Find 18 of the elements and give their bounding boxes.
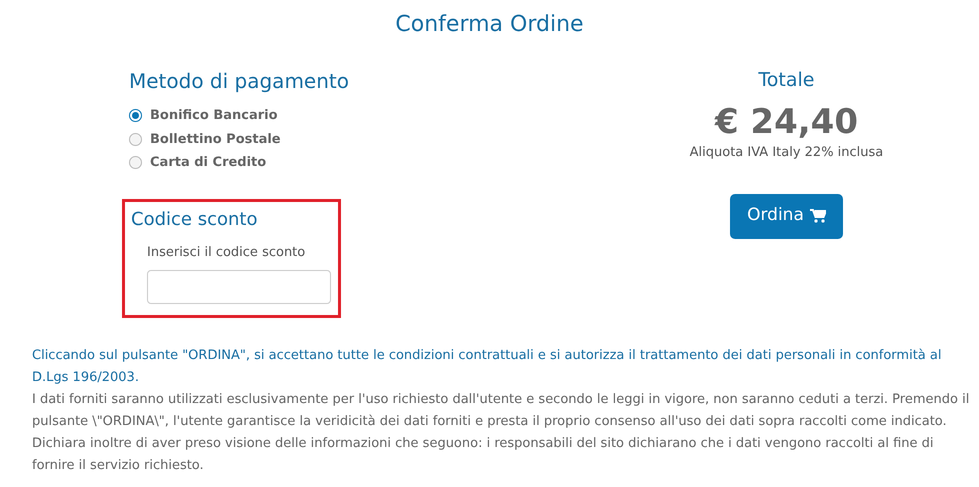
privacy-text: I dati forniti saranno utilizzati esclusivamente per l'uso richiesto dall'utente e secondo le leggi in vigore, non saranno ceduti a terzi. Premendo il pulsante \"ORDINA\", l'utente garantisce la veridicità dei dati forniti e presta il proprio consenso all'uso dei dati sopra raccolti come indicato. Dichiara inoltre di aver preso visione delle informazioni che seguono: i responsabili del sito dichiarano che i dati vengono raccolti al fine di fornire il servizio richiesto. <box>32 391 970 475</box>
input-field[interactable] <box>147 270 331 304</box>
section-heading: Metodo di pagamento <box>129 68 350 95</box>
option-label: Bonifico Bancario <box>150 107 278 125</box>
section-heading: Totale <box>758 68 814 93</box>
field-label: Inserisci il codice sconto <box>147 244 306 262</box>
page-title: Conferma Ordine <box>394 11 585 39</box>
radio-button[interactable] <box>129 109 142 122</box>
option-label: Carta di Credito <box>150 154 266 172</box>
section-heading: Codice sconto <box>131 208 258 232</box>
total-amount: € 24,40 <box>714 100 858 143</box>
option-label: Bollettino Postale <box>150 130 281 148</box>
consent-text: Cliccando sul pulsante "ORDINA", si accettano tutte le condizioni contrattuali e si autorizza il trattamento dei dati personali in conformità al D.Lgs 196/2003. <box>32 347 942 387</box>
radio-button[interactable] <box>129 156 142 170</box>
order-button[interactable]: Ordina <box>730 194 843 238</box>
vat-note: Aliquota IVA Italy 22% inclusa <box>690 144 884 162</box>
radio-button[interactable] <box>129 132 142 146</box>
cart-icon <box>810 209 826 223</box>
